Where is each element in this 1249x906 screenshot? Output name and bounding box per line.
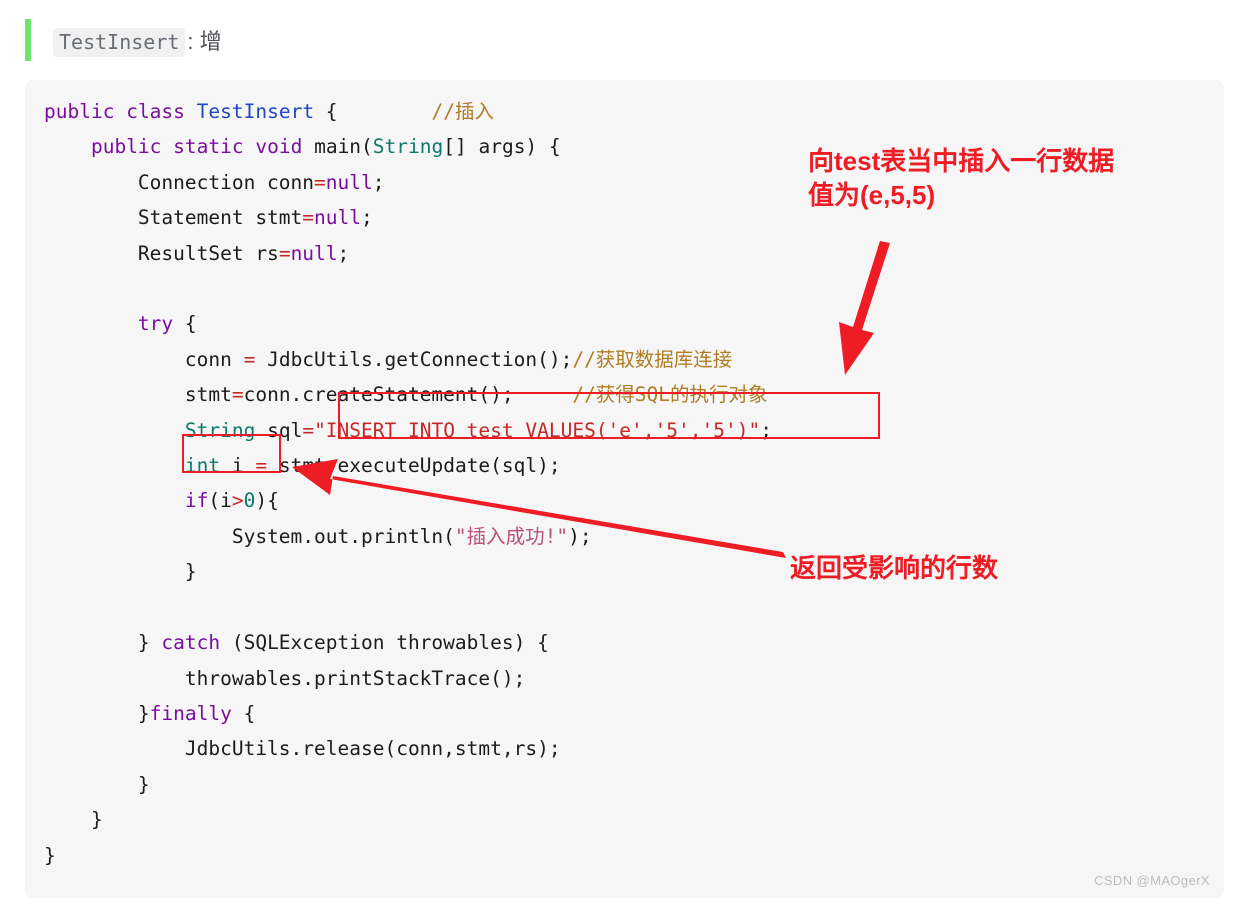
code-block: public class TestInsert { //插入 public st… (25, 80, 1224, 898)
heading-text: TestInsert : 增 (53, 24, 222, 57)
heading-code-badge: TestInsert (53, 27, 186, 57)
page-heading: TestInsert : 增 (25, 18, 222, 62)
java-source: public class TestInsert { //插入 public st… (44, 100, 772, 867)
heading-accent-bar (25, 19, 31, 61)
heading-suffix-label: : 增 (187, 28, 222, 54)
watermark: CSDN @MAOgerX (1094, 873, 1210, 888)
code-listing: public class TestInsert { //插入 public st… (44, 94, 772, 873)
